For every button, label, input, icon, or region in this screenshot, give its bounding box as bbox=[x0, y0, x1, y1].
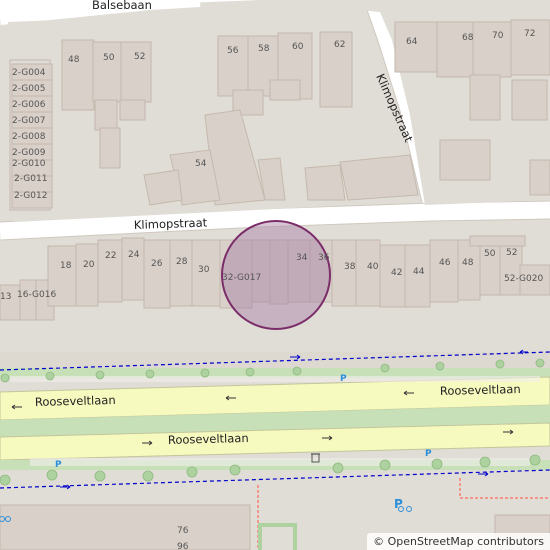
street-label-balsebaan: Balsebaan bbox=[92, 0, 152, 12]
house-number: 48 bbox=[462, 258, 474, 268]
house-number: 24 bbox=[128, 250, 140, 260]
house-number: 68 bbox=[462, 33, 474, 43]
street-label-rooseveltlaan-top-left: Rooseveltlaan bbox=[35, 393, 116, 409]
street-label-rooseveltlaan-bottom: Rooseveltlaan bbox=[168, 431, 249, 447]
house-number: 40 bbox=[367, 262, 379, 272]
garage-number: 2-G012 bbox=[14, 191, 47, 201]
parking-label-south-west: P bbox=[55, 460, 62, 470]
garage-number: 2-G005 bbox=[12, 84, 45, 94]
house-number: 42 bbox=[391, 268, 402, 278]
house-number: 44 bbox=[413, 267, 425, 277]
parking-label-north: P bbox=[340, 374, 347, 384]
house-number: 13 bbox=[0, 292, 11, 302]
map-canvas[interactable]: P P P P Balsebaan Klimopstraat Klimopstr… bbox=[0, 0, 550, 550]
garage-number: 2-G007 bbox=[12, 116, 45, 126]
house-number: 50 bbox=[484, 249, 496, 259]
map-attribution[interactable]: © OpenStreetMap contributors bbox=[367, 533, 550, 550]
garage-number: 2-G004 bbox=[12, 68, 46, 78]
garage-number: 2-G008 bbox=[12, 132, 46, 142]
house-number: 58 bbox=[258, 44, 270, 54]
garage-number: 16-G016 bbox=[17, 290, 56, 300]
house-number: 30 bbox=[198, 265, 210, 275]
parking-label-south-east: P bbox=[425, 449, 432, 459]
garage-number: 2-G006 bbox=[12, 100, 46, 110]
house-number: 26 bbox=[151, 259, 163, 269]
street-label-rooseveltlaan-top-right: Rooseveltlaan bbox=[440, 382, 521, 398]
house-number: 96 bbox=[177, 542, 189, 550]
house-number: 34 bbox=[296, 253, 308, 263]
garage-number: 2-G011 bbox=[14, 174, 47, 184]
house-number: 70 bbox=[492, 31, 504, 41]
house-number: 38 bbox=[344, 262, 356, 272]
house-number: 22 bbox=[105, 251, 116, 261]
house-number: 50 bbox=[103, 53, 115, 63]
map-svg: P P P P Balsebaan Klimopstraat Klimopstr… bbox=[0, 0, 550, 550]
house-number: 48 bbox=[68, 55, 80, 65]
garage-number: 32-G017 bbox=[222, 273, 261, 283]
house-number: 64 bbox=[406, 37, 418, 47]
parking-strip-north bbox=[10, 376, 540, 382]
house-number: 72 bbox=[524, 29, 535, 39]
house-number: 52 bbox=[134, 52, 145, 62]
house-number: 76 bbox=[177, 526, 189, 536]
house-number: 52 bbox=[506, 248, 517, 258]
garage-number: 2-G009 bbox=[12, 148, 46, 158]
garage-number: 52-G020 bbox=[504, 274, 543, 284]
house-number: 62 bbox=[334, 40, 345, 50]
house-number: 28 bbox=[176, 257, 188, 267]
house-number: 56 bbox=[227, 46, 239, 56]
house-number: 54 bbox=[195, 159, 207, 169]
house-number: 60 bbox=[292, 42, 304, 52]
house-number: 36 bbox=[318, 253, 330, 263]
house-number: 20 bbox=[83, 260, 95, 270]
parking-strip-south bbox=[30, 458, 530, 466]
garage-number: 2-G010 bbox=[12, 159, 46, 169]
street-label-klimopstraat-horizontal: Klimopstraat bbox=[134, 215, 208, 232]
house-number: 18 bbox=[60, 261, 72, 271]
house-number: 46 bbox=[439, 258, 451, 268]
